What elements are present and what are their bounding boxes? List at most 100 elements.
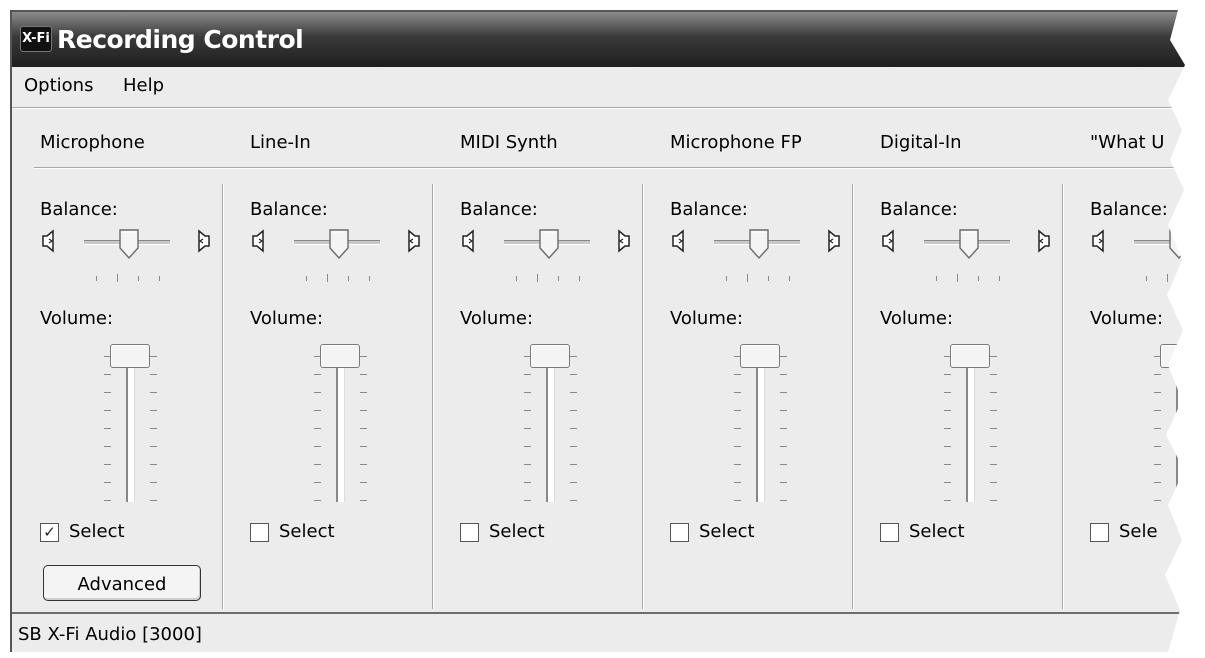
left-speaker-icon (250, 228, 268, 254)
volume-tick (990, 428, 997, 429)
volume-tick (780, 356, 787, 357)
volume-tick (570, 464, 577, 465)
volume-tick (734, 392, 741, 393)
advanced-button[interactable]: Advanced (43, 565, 201, 601)
select-label[interactable]: Sele (1119, 521, 1158, 542)
volume-tick (150, 392, 157, 393)
right-speaker-icon (824, 228, 842, 254)
balance-tick (957, 274, 958, 282)
balance-tick (159, 276, 160, 281)
volume-tick (780, 428, 787, 429)
volume-tick (524, 392, 531, 393)
select-label[interactable]: Select (489, 521, 545, 542)
channel-4: Microphone FP Balance: Volume: Select (644, 110, 854, 608)
volume-slider-thumb[interactable] (740, 344, 780, 368)
volume-tick (1154, 500, 1161, 501)
menu-options[interactable]: Options (24, 75, 93, 96)
volume-tick (944, 482, 951, 483)
volume-tick (150, 446, 157, 447)
channel-2: Line-In Balance: Volume: Select (224, 110, 434, 608)
volume-tick (1200, 500, 1205, 501)
volume-tick (734, 428, 741, 429)
volume-label: Volume: (40, 308, 114, 329)
volume-slider-thumb[interactable] (110, 344, 150, 368)
volume-tick (150, 410, 157, 411)
volume-slider-thumb[interactable] (320, 344, 360, 368)
volume-tick (104, 464, 111, 465)
channel-divider (852, 184, 854, 609)
select-checkbox[interactable] (880, 523, 899, 542)
balance-tick (537, 274, 538, 282)
balance-slider-thumb[interactable] (328, 228, 350, 260)
balance-slider-thumb[interactable] (538, 228, 560, 260)
volume-slider-track[interactable] (546, 350, 555, 502)
title-bar[interactable]: X-Fi Recording Control (12, 12, 1185, 67)
balance-label: Balance: (250, 199, 328, 220)
balance-tick (1146, 276, 1147, 281)
select-checkbox[interactable]: ✓ (40, 523, 59, 542)
volume-slider-track[interactable] (126, 350, 135, 502)
volume-slider-thumb[interactable] (1160, 344, 1200, 368)
volume-tick (314, 374, 321, 375)
volume-slider-track[interactable] (966, 350, 975, 502)
select-checkbox[interactable] (1090, 523, 1109, 542)
volume-tick (314, 446, 321, 447)
volume-tick (1154, 410, 1161, 411)
select-checkbox[interactable] (460, 523, 479, 542)
volume-tick (1154, 446, 1161, 447)
volume-label: Volume: (1090, 308, 1164, 329)
left-speaker-icon (880, 228, 898, 254)
volume-tick (990, 356, 997, 357)
balance-slider-thumb[interactable] (1168, 228, 1190, 260)
menu-bar: Options Help (12, 67, 1185, 107)
volume-slider-thumb[interactable] (530, 344, 570, 368)
volume-slider-track[interactable] (336, 350, 345, 502)
volume-tick (1200, 446, 1205, 447)
select-label[interactable]: Select (279, 521, 335, 542)
volume-tick (104, 392, 111, 393)
volume-tick (524, 446, 531, 447)
channel-name: Line-In (250, 132, 311, 153)
volume-tick (314, 482, 321, 483)
balance-slider-thumb[interactable] (748, 228, 770, 260)
select-checkbox[interactable] (670, 523, 689, 542)
volume-label: Volume: (460, 308, 534, 329)
volume-slider-track[interactable] (756, 350, 765, 502)
menu-help[interactable]: Help (123, 75, 164, 96)
select-label[interactable]: Select (699, 521, 755, 542)
balance-tick (726, 276, 727, 281)
volume-tick (314, 392, 321, 393)
balance-slider-thumb[interactable] (118, 228, 140, 260)
balance-tick (1188, 276, 1189, 281)
select-label[interactable]: Select (69, 521, 125, 542)
volume-tick (104, 482, 111, 483)
channel-name: "What U (1090, 132, 1165, 153)
balance-tick (978, 276, 979, 281)
volume-tick (780, 482, 787, 483)
volume-tick (524, 428, 531, 429)
volume-slider-track[interactable] (1176, 350, 1185, 502)
volume-tick (1200, 428, 1205, 429)
volume-tick (734, 482, 741, 483)
volume-tick (780, 500, 787, 501)
select-label[interactable]: Select (909, 521, 965, 542)
balance-tick (999, 276, 1000, 281)
channel-5: Digital-In Balance: Volume: Select (854, 110, 1064, 608)
left-speaker-icon (1090, 228, 1108, 254)
volume-tick (780, 392, 787, 393)
volume-tick (1200, 464, 1205, 465)
volume-slider-thumb[interactable] (950, 344, 990, 368)
volume-tick (570, 446, 577, 447)
channel-name: Microphone (40, 132, 145, 153)
volume-tick (570, 392, 577, 393)
balance-tick (768, 276, 769, 281)
volume-tick (780, 374, 787, 375)
volume-tick (104, 374, 111, 375)
volume-tick (524, 374, 531, 375)
channel-name: Microphone FP (670, 132, 802, 153)
volume-tick (150, 482, 157, 483)
volume-tick (734, 446, 741, 447)
select-checkbox[interactable] (250, 523, 269, 542)
volume-tick (990, 392, 997, 393)
balance-slider-thumb[interactable] (958, 228, 980, 260)
